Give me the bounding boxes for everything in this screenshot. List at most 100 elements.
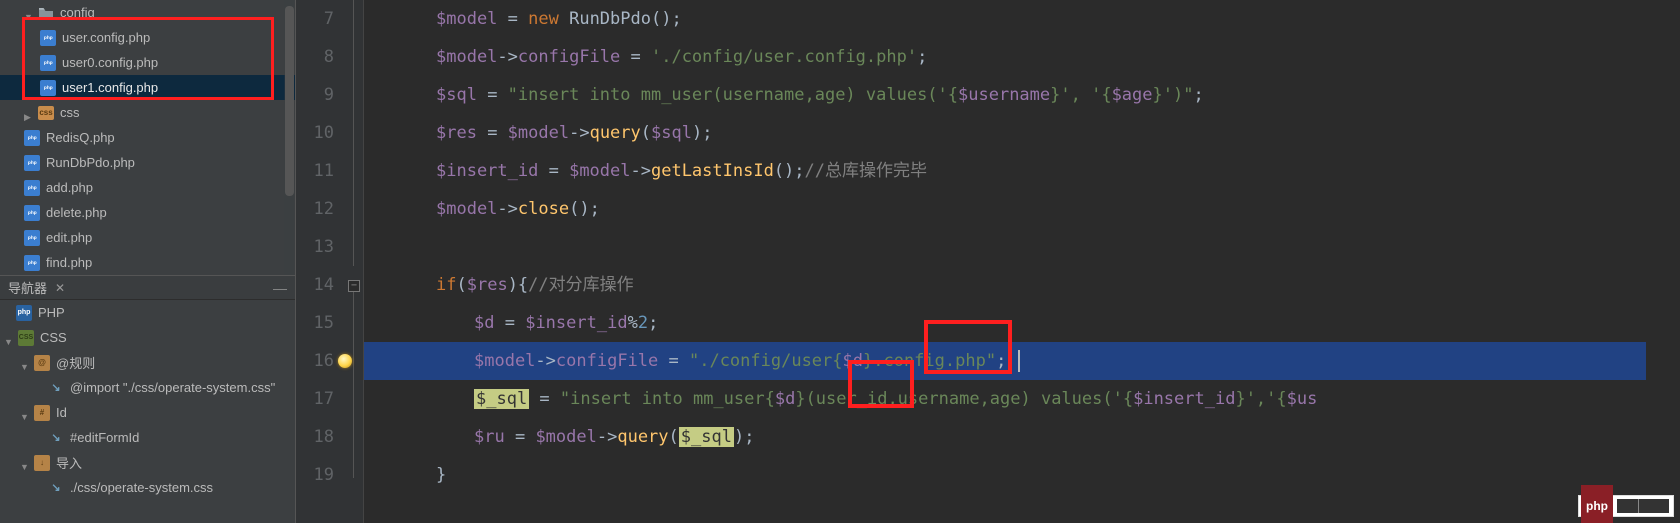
nav-label: PHP	[38, 305, 65, 320]
nav-label: @import "./css/operate-system.css"	[70, 380, 275, 395]
id-icon: #	[34, 405, 50, 421]
line-number: 18	[296, 418, 334, 456]
code-line[interactable]: $model->close();	[398, 190, 1680, 228]
line-number: 17	[296, 380, 334, 418]
file-item[interactable]: RedisQ.php	[0, 125, 295, 150]
code-editor[interactable]: 7 8 9 10 11 12 13 14 15 16 17 18 19 − $m…	[296, 0, 1680, 523]
code-line[interactable]: }	[398, 456, 1680, 494]
code-line[interactable]: if($res){//对分库操作	[398, 266, 1680, 304]
selector-icon: ↘	[48, 380, 64, 396]
file-label: user0.config.php	[62, 55, 158, 70]
php-file-icon	[40, 80, 56, 96]
file-item[interactable]: RunDbPdo.php	[0, 150, 295, 175]
file-label: user.config.php	[62, 30, 150, 45]
code-line[interactable]	[398, 228, 1680, 266]
line-number: 9	[296, 76, 334, 114]
php-file-icon	[24, 130, 40, 146]
sidebar: config user.config.php user0.config.php …	[0, 0, 296, 523]
minimize-icon[interactable]: —	[273, 280, 287, 296]
selector-icon: ↘	[48, 430, 64, 446]
line-number: 8	[296, 38, 334, 76]
file-label: edit.php	[46, 230, 92, 245]
scrollbar-track[interactable]	[284, 0, 294, 275]
file-item[interactable]: add.php	[0, 175, 295, 200]
code-line[interactable]: $ru = $model->query($_sql);	[398, 418, 1680, 456]
code-area[interactable]: $model = new RunDbPdo(); $model->configF…	[364, 0, 1680, 523]
nav-label: @规则	[56, 353, 95, 372]
line-number: 19	[296, 456, 334, 494]
nav-label: ./css/operate-system.css	[70, 480, 213, 495]
file-tree: config user.config.php user0.config.php …	[0, 0, 295, 275]
fold-guide	[353, 292, 354, 478]
file-item[interactable]: delete.php	[0, 200, 295, 225]
php-icon: php	[16, 305, 32, 321]
nav-rules[interactable]: @ @规则	[0, 350, 295, 375]
chevron-down-icon[interactable]	[4, 333, 14, 343]
folder-config[interactable]: config	[0, 0, 295, 25]
php-file-icon	[24, 255, 40, 271]
fold-gutter: −	[346, 0, 364, 523]
code-line[interactable]: $res = $model->query($sql);	[398, 114, 1680, 152]
nav-label: 导入	[56, 453, 82, 472]
code-line[interactable]: $_sql = "insert into mm_user{$d}(user_id…	[398, 380, 1680, 418]
at-rule-icon: @	[34, 355, 50, 371]
watermark-label: php	[1581, 485, 1613, 523]
php-file-icon	[24, 180, 40, 196]
close-icon[interactable]: ✕	[55, 281, 65, 295]
file-item[interactable]: user.config.php	[0, 25, 295, 50]
highlighted-var: $_sql	[679, 427, 734, 447]
import-icon: ↓	[34, 455, 50, 471]
line-number-gutter: 7 8 9 10 11 12 13 14 15 16 17 18 19	[296, 0, 346, 523]
nav-id-item[interactable]: ↘#editFormId	[0, 425, 295, 450]
nav-import-item[interactable]: ↘ ./css/operate-system.css	[0, 475, 295, 500]
chevron-right-icon[interactable]	[24, 108, 34, 118]
code-line[interactable]: $d = $insert_id%2;	[398, 304, 1680, 342]
chevron-down-icon[interactable]	[20, 458, 30, 468]
lightbulb-icon[interactable]	[338, 354, 352, 368]
selector-icon: ↘	[48, 480, 64, 496]
php-file-icon	[24, 155, 40, 171]
folder-icon	[38, 5, 54, 21]
code-line-active[interactable]: $model->configFile = "./config/user{$d}.…	[364, 342, 1646, 380]
scrollbar-thumb[interactable]	[285, 6, 294, 196]
folder-icon: css	[38, 106, 54, 120]
watermark-decoration	[1617, 499, 1669, 513]
folder-label: config	[60, 5, 95, 20]
code-line[interactable]: $model->configFile = './config/user.conf…	[398, 38, 1680, 76]
fold-collapse-icon[interactable]: −	[348, 280, 360, 292]
line-number: 12	[296, 190, 334, 228]
file-label: find.php	[46, 255, 92, 270]
nav-import-section[interactable]: ↓ 导入	[0, 450, 295, 475]
file-label: RedisQ.php	[46, 130, 115, 145]
file-item-selected[interactable]: user1.config.php	[0, 75, 295, 100]
folder-label: css	[60, 105, 80, 120]
chevron-down-icon[interactable]	[20, 358, 30, 368]
file-item[interactable]: user0.config.php	[0, 50, 295, 75]
chevron-down-icon[interactable]	[20, 408, 30, 418]
chevron-down-icon[interactable]	[24, 8, 34, 18]
code-line[interactable]: $sql = "insert into mm_user(username,age…	[398, 76, 1680, 114]
code-line[interactable]: $insert_id = $model->getLastInsId();//总库…	[398, 152, 1680, 190]
line-number: 15	[296, 304, 334, 342]
nav-id-section[interactable]: # Id	[0, 400, 295, 425]
code-line[interactable]: $model = new RunDbPdo();	[398, 0, 1680, 38]
line-number: 11	[296, 152, 334, 190]
line-number: 7	[296, 0, 334, 38]
nav-import-rule[interactable]: ↘ @import "./css/operate-system.css"	[0, 375, 295, 400]
file-label: RunDbPdo.php	[46, 155, 135, 170]
nav-label: Id	[56, 405, 67, 420]
php-file-icon	[40, 30, 56, 46]
php-file-icon	[24, 230, 40, 246]
nav-label: CSS	[40, 330, 67, 345]
line-number: 14	[296, 266, 334, 304]
file-label: delete.php	[46, 205, 107, 220]
folder-css[interactable]: css css	[0, 100, 295, 125]
nav-css[interactable]: CSSCSS	[0, 325, 295, 350]
nav-php[interactable]: php PHP	[0, 300, 295, 325]
file-item[interactable]: find.php	[0, 250, 295, 275]
text-cursor	[1018, 350, 1020, 372]
file-label: user1.config.php	[62, 80, 158, 95]
file-label: add.php	[46, 180, 93, 195]
watermark: php	[1578, 495, 1674, 517]
file-item[interactable]: edit.php	[0, 225, 295, 250]
